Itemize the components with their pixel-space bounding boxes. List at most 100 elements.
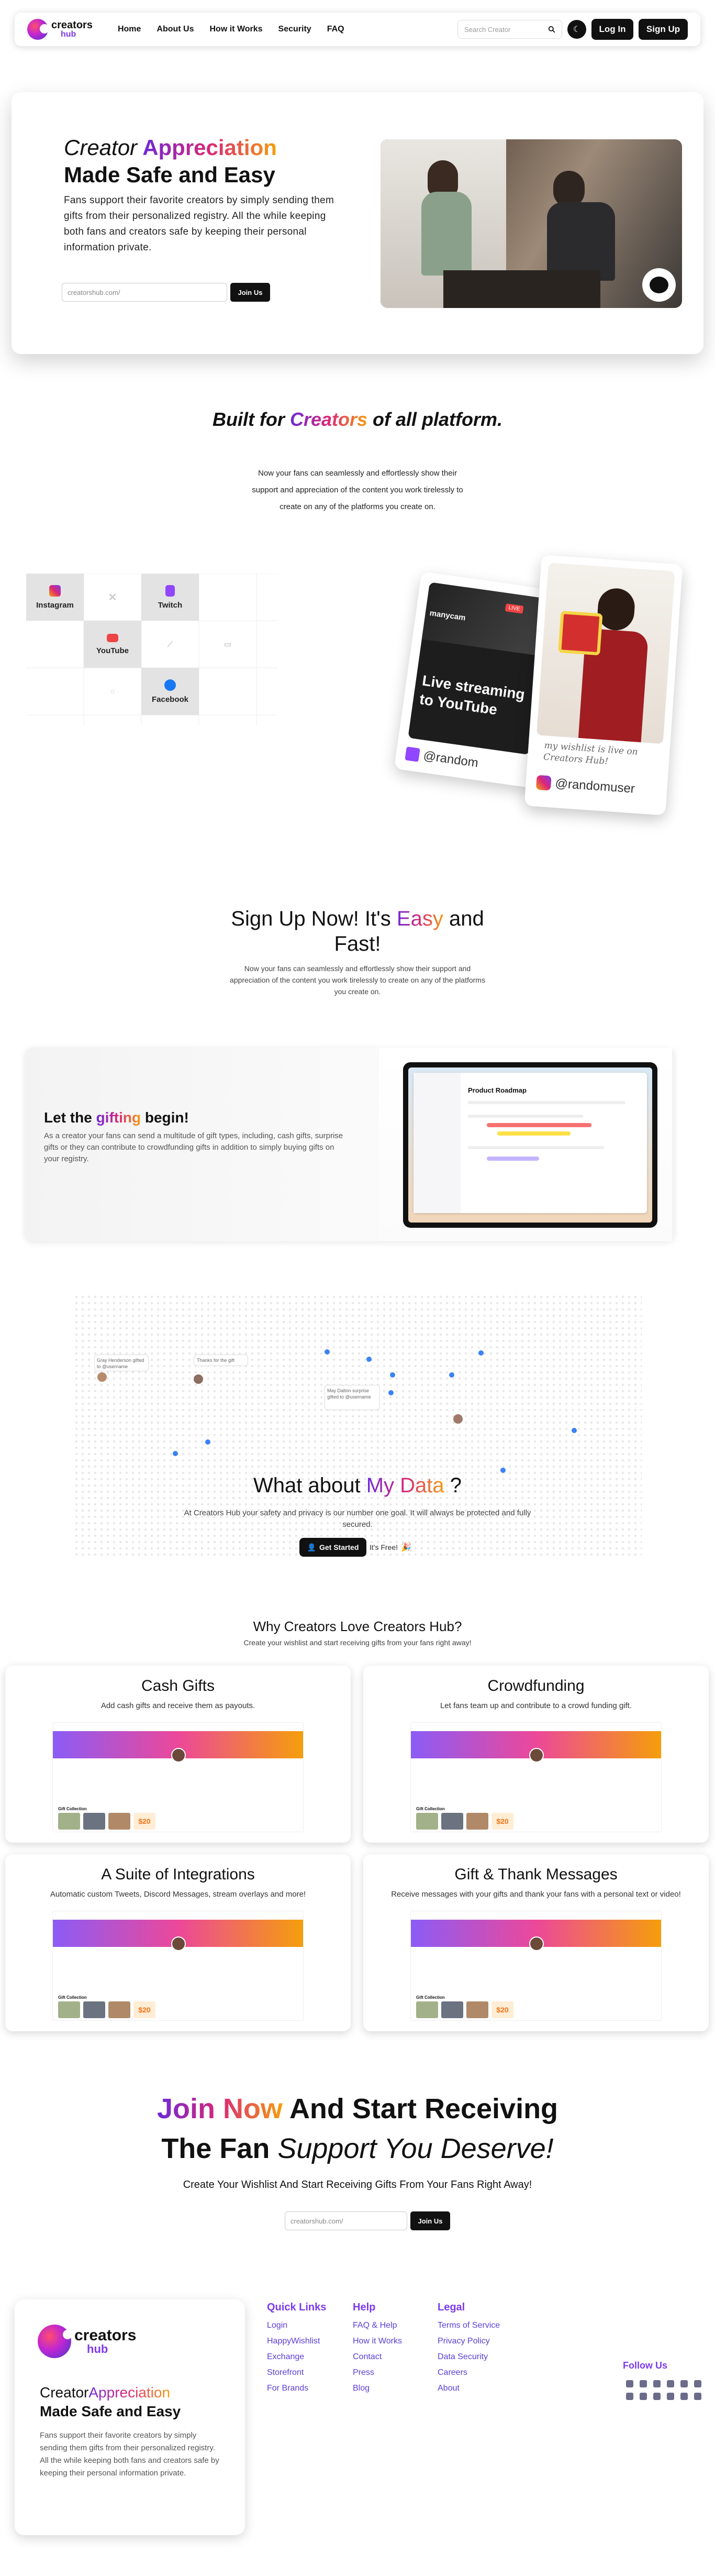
gifting-title: Let the gifting begin! — [44, 1109, 189, 1126]
tiktok-icon[interactable] — [640, 2380, 647, 2387]
link-icon: ⟋ — [167, 640, 173, 649]
footer-logo[interactable]: creators hub — [38, 2325, 136, 2358]
hero-email-input[interactable]: creatorshub.com/ — [62, 283, 227, 302]
built-body: Now your fans can seamlessly and effortl… — [252, 469, 463, 511]
nav-link-how-it-works[interactable]: How it Works — [210, 25, 263, 34]
hero-title-creator: Creator — [64, 135, 138, 160]
profile-mockup: Gift Collection $20 — [52, 1722, 304, 1832]
x-icon: ✕ — [108, 591, 117, 603]
footer-link-storefront[interactable]: Storefront — [267, 2368, 326, 2377]
profile-mockup: Gift Collection $20 — [410, 1911, 662, 2021]
footer-link-careers[interactable]: Careers — [438, 2368, 500, 2377]
hero-join-button[interactable]: Join Us — [230, 283, 270, 302]
laptop-screen-title: Product Roadmap — [468, 1086, 527, 1094]
why-subtitle: Create your wishlist and start receiving… — [243, 1638, 472, 1647]
nav-link-about[interactable]: About Us — [157, 25, 194, 34]
feature-card-crowdfunding[interactable]: Crowdfunding Let fans team up and contri… — [363, 1666, 709, 1843]
mockup-section: Gift Collection — [58, 1995, 87, 2000]
nav-link-faq[interactable]: FAQ — [327, 25, 344, 34]
facebook-icon[interactable] — [626, 2380, 633, 2387]
logo-text-bottom: hub — [61, 30, 76, 39]
footer-title-a: Creator — [40, 2384, 89, 2401]
join-form: creatorshub.com/ Join Us — [285, 2211, 450, 2230]
built-title-a: Built for — [212, 409, 285, 430]
social-icons — [626, 2380, 706, 2400]
discord-icon[interactable] — [653, 2380, 661, 2387]
footer-help: Help FAQ & Help How it Works Contact Pre… — [353, 2302, 402, 2399]
footer-link-blog[interactable]: Blog — [353, 2384, 402, 2393]
logo[interactable]: creators hub — [27, 19, 93, 40]
map-dot — [388, 1390, 394, 1395]
youtube-icon[interactable] — [626, 2393, 633, 2400]
hero-join-form: creatorshub.com/ Join Us — [62, 283, 270, 302]
feature-card-integrations[interactable]: A Suite of Integrations Automatic custom… — [5, 1854, 351, 2031]
feature-card-cash-gifts[interactable]: Cash Gifts Add cash gifts and receive th… — [5, 1666, 351, 1843]
footer-link-privacy[interactable]: Privacy Policy — [438, 2337, 500, 2346]
wishlist-text: my wishlist is live on Creators Hub! — [543, 740, 639, 767]
footer-link-press[interactable]: Press — [353, 2368, 402, 2377]
data-title-a: What about — [253, 1474, 361, 1497]
feature-title: A Suite of Integrations — [101, 1866, 255, 1883]
join-title-line2a: The Fan — [161, 2133, 270, 2164]
mockup-header — [411, 1911, 661, 1920]
platform-tile-instagram[interactable]: Instagram — [26, 574, 84, 621]
data-body: At Creators Hub your safety and privacy … — [184, 1509, 531, 1529]
signup-button[interactable]: Sign Up — [639, 19, 688, 40]
dark-mode-toggle[interactable]: ☾ — [567, 20, 586, 39]
stream-text: Live streaming to YouTube — [418, 672, 526, 718]
footer-col-title: Help — [353, 2302, 376, 2313]
snapchat-icon[interactable] — [667, 2393, 674, 2400]
email-icon[interactable] — [694, 2380, 701, 2387]
reddit-icon[interactable] — [653, 2393, 661, 2400]
linkedin-icon[interactable] — [694, 2393, 701, 2400]
search-placeholder: Search Creator — [464, 25, 511, 34]
built-title-creators: Creators — [289, 409, 368, 430]
telegram-icon[interactable] — [640, 2393, 647, 2400]
signup-title-d: Fast! — [334, 932, 381, 955]
footer-link-about[interactable]: About — [438, 2384, 500, 2393]
footer-link-faq[interactable]: FAQ & Help — [353, 2321, 402, 2330]
nav-link-home[interactable]: Home — [118, 25, 141, 34]
platform-tile-youtube[interactable]: YouTube — [84, 621, 141, 668]
footer-link-data-security[interactable]: Data Security — [438, 2352, 500, 2362]
logo-mark-icon — [38, 2325, 72, 2358]
feature-card-messages[interactable]: Gift & Thank Messages Receive messages w… — [363, 1854, 709, 2031]
moon-icon: ☾ — [573, 25, 581, 34]
footer-link-happywishlist[interactable]: HappyWishlist — [267, 2337, 326, 2346]
footer-link-terms[interactable]: Terms of Service — [438, 2321, 500, 2330]
footer-link-contact[interactable]: Contact — [353, 2352, 402, 2362]
gifting-section: Let the gifting begin! As a creator your… — [25, 1048, 674, 1241]
footer-col-title: Quick Links — [267, 2302, 327, 2313]
footer-link-for-brands[interactable]: For Brands — [267, 2384, 326, 2393]
join-email-input[interactable]: creatorshub.com/ — [285, 2211, 407, 2230]
platform-label-facebook: Facebook — [151, 695, 189, 704]
wishlist-post-card: my wishlist is live on Creators Hub! @ra… — [524, 555, 683, 816]
footer-link-how-it-works[interactable]: How it Works — [353, 2337, 402, 2346]
signup-title-easy: Easy — [396, 907, 443, 930]
instagram-icon[interactable] — [680, 2380, 688, 2387]
get-started-button[interactable]: 👤 Get Started — [299, 1538, 366, 1557]
map-dot — [325, 1349, 330, 1355]
platform-label-youtube: YouTube — [96, 646, 129, 655]
footer-legal: Legal Terms of Service Privacy Policy Da… — [438, 2302, 500, 2399]
footer-link-exchange[interactable]: Exchange — [267, 2352, 326, 2362]
login-button[interactable]: Log In — [591, 19, 633, 40]
platform-tile-facebook[interactable]: Facebook — [141, 668, 199, 715]
hero-title-appreciation: Appreciation — [142, 135, 277, 160]
feature-desc: Let fans team up and contribute to a cro… — [440, 1701, 632, 1710]
mockup-price: $20 — [491, 1813, 513, 1830]
signup-body: Now your fans can seamlessly and effortl… — [230, 964, 485, 996]
platform-tile-twitch[interactable]: Twitch — [141, 574, 199, 621]
twitch-icon — [405, 746, 420, 762]
footer-link-login[interactable]: Login — [267, 2321, 326, 2330]
search-input[interactable]: Search Creator — [457, 20, 562, 39]
join-button[interactable]: Join Us — [410, 2211, 450, 2230]
signup-title: Sign Up Now! It's Easy and Fast! — [200, 906, 515, 956]
data-title-c: ? — [450, 1474, 462, 1497]
nav-link-security[interactable]: Security — [278, 25, 311, 34]
hero-title-rest: Made Safe and Easy — [64, 162, 275, 187]
mockup-header — [411, 1723, 661, 1731]
hero-photo — [381, 139, 682, 308]
twitch-icon[interactable] — [667, 2380, 674, 2387]
x-icon[interactable] — [680, 2393, 688, 2400]
